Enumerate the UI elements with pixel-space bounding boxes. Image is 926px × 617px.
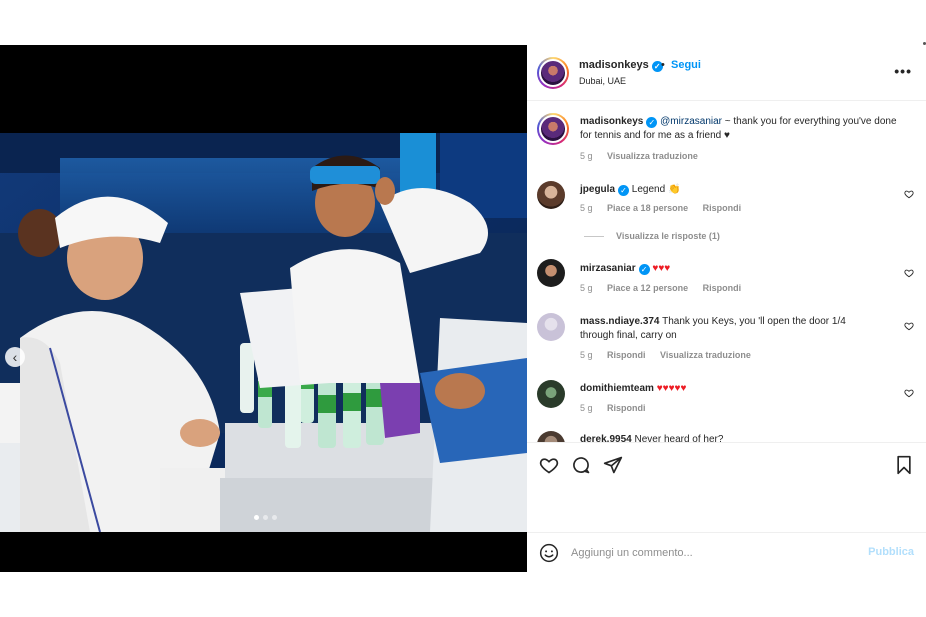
caption-mention-link[interactable]: @mirzasaniar [660, 116, 722, 127]
caption-translate-link[interactable]: Visualizza traduzione [607, 151, 698, 161]
comment-reply-button[interactable]: Rispondi [703, 203, 742, 213]
comment-text: mirzasaniar ✓ ♥♥♥ [580, 262, 900, 276]
caption-time[interactable]: 5 g [580, 151, 593, 161]
header-separator: • [661, 59, 665, 71]
like-comment-heart-icon[interactable] [904, 388, 914, 398]
comment-time[interactable]: 5 g [580, 283, 593, 293]
page-top-background [0, 0, 926, 45]
author-username-text[interactable]: madisonkeys [579, 59, 649, 71]
comment-time[interactable]: 5 g [580, 203, 593, 213]
add-comment-bar: Pubblica [527, 532, 926, 572]
follow-button[interactable]: Segui [671, 59, 701, 71]
view-replies-button[interactable]: Visualizza le risposte (1) [584, 231, 720, 241]
comment-username[interactable]: jpegula [580, 184, 615, 195]
post-side-panel: madisonkeys ✓ • Segui Dubai, UAE ••• madi… [527, 45, 926, 572]
like-comment-heart-icon[interactable] [904, 321, 914, 331]
comment-body: ♥♥♥♥♥ [656, 383, 687, 394]
like-heart-icon[interactable] [539, 455, 559, 475]
post-header: madisonkeys ✓ • Segui Dubai, UAE ••• [527, 45, 926, 101]
comment-time[interactable]: 5 g [580, 350, 593, 360]
comment-avatar[interactable] [537, 380, 565, 408]
comment-body: Never heard of her? [634, 434, 724, 442]
comment-body: ♥♥♥ [652, 263, 671, 274]
carousel-dots [254, 515, 277, 520]
comment-username[interactable]: mirzasaniar [580, 263, 636, 274]
comment-body: Legend 👏 [631, 184, 681, 195]
comment-translate-link[interactable]: Visualizza traduzione [660, 350, 751, 360]
save-bookmark-icon[interactable] [894, 455, 914, 475]
carousel-prev-button[interactable]: ‹ [5, 347, 25, 367]
photo-illustration [0, 133, 527, 532]
comment-meta: 5 g Piace a 18 persone Rispondi [580, 203, 753, 213]
more-options-button[interactable]: ••• [894, 63, 912, 79]
comment-meta: 5 g Rispondi [580, 403, 658, 413]
comment-text: derek.9954 Never heard of her? [580, 433, 900, 442]
post-actions-bar [527, 442, 926, 532]
publish-button[interactable]: Pubblica [868, 546, 914, 558]
comment-time[interactable]: 5 g [580, 403, 593, 413]
comment-likes[interactable]: Piace a 18 persone [607, 203, 688, 213]
comment-username[interactable]: domithiemteam [580, 383, 654, 394]
carousel-dot [263, 515, 268, 520]
post-photo [0, 133, 527, 532]
comment-meta: 5 g Piace a 12 persone Rispondi [580, 283, 753, 293]
comment-input[interactable] [571, 543, 861, 563]
comment-avatar[interactable] [537, 431, 565, 442]
emoji-smile-icon[interactable] [539, 543, 559, 563]
verified-icon: ✓ [646, 117, 658, 128]
comment-username[interactable]: mass.ndiaye.374 [580, 316, 660, 327]
verified-icon: ✓ [618, 185, 630, 196]
caption-username[interactable]: madisonkeys [580, 116, 643, 127]
comment-meta: 5 g Rispondi Visualizza traduzione [580, 350, 763, 360]
share-send-icon[interactable] [603, 455, 623, 475]
comments-list[interactable]: madisonkeys ✓ @mirzasaniar ~ thank you fo… [527, 102, 926, 442]
caption-meta: 5 g Visualizza traduzione [580, 151, 710, 161]
author-avatar[interactable] [537, 57, 569, 89]
caption-avatar[interactable] [537, 113, 569, 145]
comment-avatar[interactable] [537, 259, 565, 287]
comment-reply-button[interactable]: Rispondi [607, 350, 646, 360]
comment-avatar[interactable] [537, 181, 565, 209]
comment-text: mass.ndiaye.374 Thank you Keys, you 'll … [580, 315, 880, 343]
like-comment-heart-icon[interactable] [904, 189, 914, 199]
comment-avatar[interactable] [537, 313, 565, 341]
page-bottom-background [0, 572, 926, 617]
caption-text: madisonkeys ✓ @mirzasaniar ~ thank you fo… [580, 115, 900, 143]
comment-bubble-icon[interactable] [571, 455, 591, 475]
comment-username[interactable]: derek.9954 [580, 434, 632, 442]
like-comment-heart-icon[interactable] [904, 268, 914, 278]
post-media: ‹ [0, 45, 527, 572]
verified-icon: ✓ [638, 264, 650, 275]
comment-text: jpegula ✓ Legend 👏 [580, 183, 900, 197]
comment-reply-button[interactable]: Rispondi [703, 283, 742, 293]
carousel-dot [272, 515, 277, 520]
post-location[interactable]: Dubai, UAE [579, 76, 626, 86]
comment-likes[interactable]: Piace a 12 persone [607, 283, 688, 293]
author-username[interactable]: madisonkeys ✓ [579, 59, 663, 72]
comment-reply-button[interactable]: Rispondi [607, 403, 646, 413]
carousel-dot [254, 515, 259, 520]
comment-text: domithiemteam ♥♥♥♥♥ [580, 382, 900, 396]
